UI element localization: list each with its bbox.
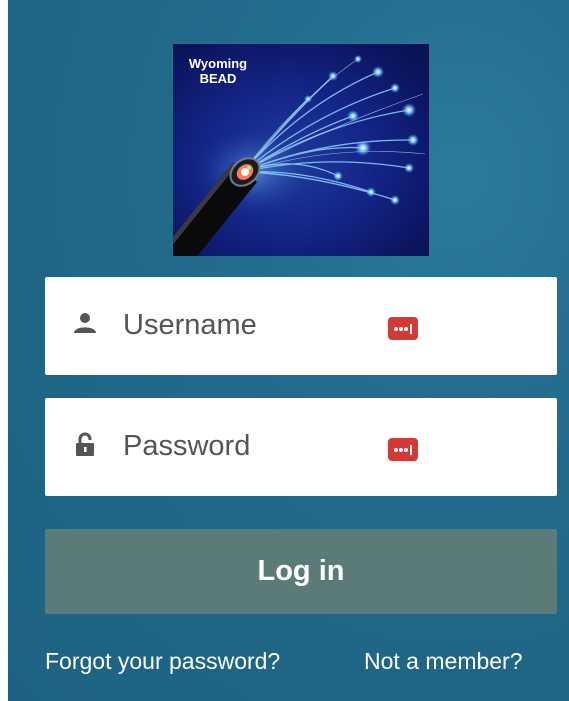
forgot-password-link[interactable]: Forgot your password? [45, 648, 280, 675]
not-a-member-link[interactable]: Not a member? [364, 648, 523, 675]
password-manager-dots-icon [394, 445, 412, 455]
user-icon [74, 313, 96, 333]
username-input[interactable] [123, 303, 383, 347]
password-input[interactable] [123, 424, 383, 468]
logo-text: Wyoming BEAD [182, 56, 254, 86]
login-panel: Wyoming BEAD Username Log in Forgot your… [8, 0, 569, 701]
password-manager-icon[interactable] [388, 438, 418, 461]
logo-text-line1: Wyoming [188, 56, 248, 71]
account-links: Forgot your password? Not a member? [45, 648, 565, 682]
password-manager-dots-icon [394, 324, 412, 334]
password-field[interactable] [45, 398, 557, 496]
logo-text-line2: BEAD [199, 71, 237, 86]
username-field[interactable] [45, 277, 557, 375]
login-button[interactable]: Log in [45, 529, 557, 614]
lock-icon [76, 432, 94, 456]
password-manager-icon[interactable] [388, 317, 418, 340]
wyoming-bead-logo: Wyoming BEAD [173, 44, 429, 256]
